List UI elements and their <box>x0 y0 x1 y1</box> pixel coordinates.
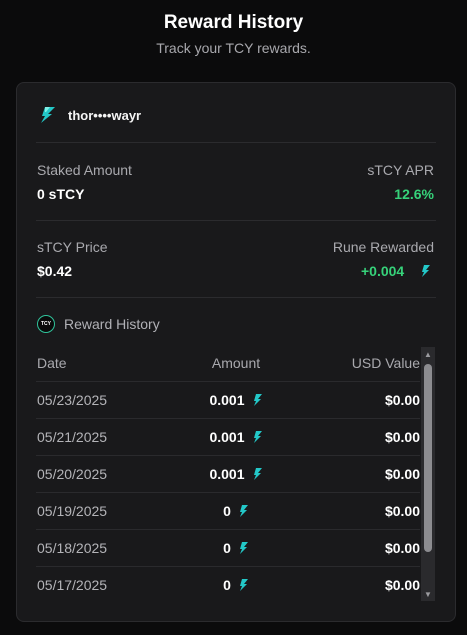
rune-rewarded-label: Rune Rewarded <box>332 239 434 255</box>
rune-bolt-icon <box>253 394 262 406</box>
divider <box>36 220 436 221</box>
account-address: thor••••wayr <box>68 107 142 123</box>
staked-amount-value: 0 sTCY <box>37 186 85 202</box>
divider <box>36 297 436 298</box>
row-amount: 0.001 <box>176 392 296 408</box>
price-value: $0.42 <box>37 263 73 279</box>
row-usd-value: $0.00 <box>384 392 420 408</box>
row-amount: 0 <box>176 503 296 519</box>
row-amount-value: 0 <box>223 540 231 556</box>
column-date: Date <box>37 355 67 371</box>
row-amount-value: 0 <box>223 577 231 593</box>
rune-bolt-icon <box>253 431 262 443</box>
table-row: 05/19/2025 0 $0.00 <box>36 493 420 530</box>
rune-bolt-icon <box>239 505 248 517</box>
column-usd-value: USD Value <box>351 355 420 371</box>
row-date: 05/23/2025 <box>37 392 108 408</box>
rune-bolt-icon <box>239 542 248 554</box>
page-title: Reward History <box>163 12 304 33</box>
scroll-thumb[interactable] <box>424 364 432 552</box>
price-label: sTCY Price <box>37 239 108 255</box>
row-usd-value: $0.00 <box>384 466 420 482</box>
row-amount: 0.001 <box>176 466 296 482</box>
apr-label: sTCY APR <box>367 162 434 178</box>
row-usd-value: $0.00 <box>384 503 420 519</box>
apr-value: 12.6% <box>394 186 434 202</box>
staked-amount-label: Staked Amount <box>37 162 132 178</box>
table-row: 05/18/2025 0 $0.00 <box>36 530 420 567</box>
row-amount-value: 0 <box>223 503 231 519</box>
row-date: 05/19/2025 <box>37 503 108 519</box>
row-amount: 0 <box>176 540 296 556</box>
row-usd-value: $0.00 <box>384 540 420 556</box>
reward-history-heading: TCY Reward History <box>37 315 160 333</box>
row-amount: 0.001 <box>176 429 296 445</box>
column-amount: Amount <box>211 355 261 371</box>
row-usd-value: $0.00 <box>384 577 420 593</box>
table-row: 05/17/2025 0 $0.00 <box>36 567 420 603</box>
table-header: Date Amount USD Value <box>36 345 420 382</box>
row-amount-value: 0.001 <box>209 429 245 445</box>
page-subtitle: Track your TCY rewards. <box>156 40 311 56</box>
table-scrollbar[interactable]: ▲ ▼ <box>421 347 435 601</box>
row-usd-value: $0.00 <box>384 429 420 445</box>
scroll-up-arrow-icon[interactable]: ▲ <box>421 347 435 361</box>
rune-bolt-icon <box>422 265 430 277</box>
thorchain-bolt-icon <box>41 107 55 123</box>
row-amount: 0 <box>176 577 296 593</box>
row-date: 05/20/2025 <box>37 466 108 482</box>
row-amount-value: 0.001 <box>209 466 245 482</box>
reward-history-title: Reward History <box>64 316 160 332</box>
account-row: thor••••wayr <box>40 105 141 125</box>
row-amount-value: 0.001 <box>209 392 245 408</box>
scroll-down-arrow-icon[interactable]: ▼ <box>421 587 435 601</box>
tcy-logo-icon: TCY <box>37 315 55 333</box>
row-date: 05/17/2025 <box>37 577 108 593</box>
row-date: 05/21/2025 <box>37 429 108 445</box>
row-date: 05/18/2025 <box>37 540 108 556</box>
divider <box>36 142 436 143</box>
rune-rewarded-value: +0.004 <box>361 263 405 279</box>
table-row: 05/21/2025 0.001 $0.00 <box>36 419 420 456</box>
rune-bolt-icon <box>253 468 262 480</box>
reward-history-table[interactable]: Date Amount USD Value 05/23/2025 0.001 $… <box>36 345 420 603</box>
rune-bolt-icon <box>239 579 248 591</box>
table-row: 05/23/2025 0.001 $0.00 <box>36 382 420 419</box>
table-row: 05/20/2025 0.001 $0.00 <box>36 456 420 493</box>
